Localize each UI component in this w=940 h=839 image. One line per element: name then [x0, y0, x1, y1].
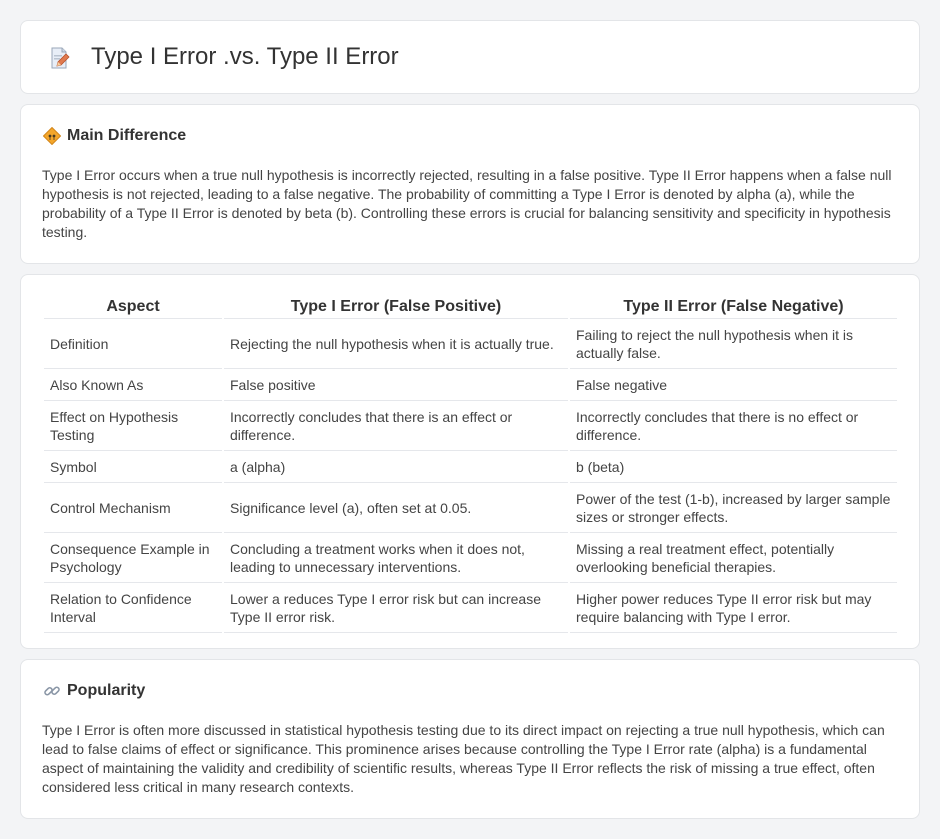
column-header-aspect: Aspect — [44, 295, 222, 319]
table-cell: a (alpha) — [224, 451, 568, 483]
table-cell: Missing a real treatment effect, potenti… — [570, 533, 897, 583]
comparison-table: Aspect Type I Error (False Positive) Typ… — [42, 295, 899, 633]
table-cell: Control Mechanism — [44, 483, 222, 533]
table-cell: Rejecting the null hypothesis when it is… — [224, 319, 568, 369]
table-cell: Power of the test (1-b), increased by la… — [570, 483, 897, 533]
popularity-card: Popularity Type I Error is often more di… — [20, 659, 920, 819]
table-row: Also Known As False positive False negat… — [44, 369, 897, 401]
table-cell: Concluding a treatment works when it doe… — [224, 533, 568, 583]
table-row: Control Mechanism Significance level (a)… — [44, 483, 897, 533]
table-cell: Significance level (a), often set at 0.0… — [224, 483, 568, 533]
table-cell: Incorrectly concludes that there is no e… — [570, 401, 897, 451]
table-header-row: Aspect Type I Error (False Positive) Typ… — [44, 295, 897, 319]
table-cell: False negative — [570, 369, 897, 401]
table-cell: b (beta) — [570, 451, 897, 483]
header-card: Type I Error .vs. Type II Error — [20, 20, 920, 94]
document-edit-icon — [51, 47, 70, 69]
table-cell: Effect on Hypothesis Testing — [44, 401, 222, 451]
main-difference-card: Main Difference Type I Error occurs when… — [20, 104, 920, 264]
column-header-type-one: Type I Error (False Positive) — [224, 295, 568, 319]
table-row: Consequence Example in Psychology Conclu… — [44, 533, 897, 583]
main-difference-title: Main Difference — [67, 127, 187, 144]
popularity-text: Type I Error is often more discussed in … — [42, 722, 885, 795]
table-cell: Incorrectly concludes that there is an e… — [224, 401, 568, 451]
main-difference-text: Type I Error occurs when a true null hyp… — [42, 167, 892, 240]
table-cell: Higher power reduces Type II error risk … — [570, 583, 897, 633]
popularity-title: Popularity — [67, 682, 146, 699]
table-cell: Lower a reduces Type I error risk but ca… — [224, 583, 568, 633]
table-row: Effect on Hypothesis Testing Incorrectly… — [44, 401, 897, 451]
table-cell: Symbol — [44, 451, 222, 483]
table-cell: Relation to Confidence Interval — [44, 583, 222, 633]
table-cell: Failing to reject the null hypothesis wh… — [570, 319, 897, 369]
table-cell: Also Known As — [44, 369, 222, 401]
column-header-type-two: Type II Error (False Negative) — [570, 295, 897, 319]
table-row: Definition Rejecting the null hypothesis… — [44, 319, 897, 369]
table-cell: Consequence Example in Psychology — [44, 533, 222, 583]
page-title: Type I Error .vs. Type II Error — [91, 43, 399, 70]
diamond-sign-icon — [43, 127, 61, 145]
link-icon — [44, 686, 60, 696]
comparison-table-card: Aspect Type I Error (False Positive) Typ… — [20, 274, 920, 649]
table-row: Relation to Confidence Interval Lower a … — [44, 583, 897, 633]
table-cell: False positive — [224, 369, 568, 401]
table-cell: Definition — [44, 319, 222, 369]
table-row: Symbol a (alpha) b (beta) — [44, 451, 897, 483]
